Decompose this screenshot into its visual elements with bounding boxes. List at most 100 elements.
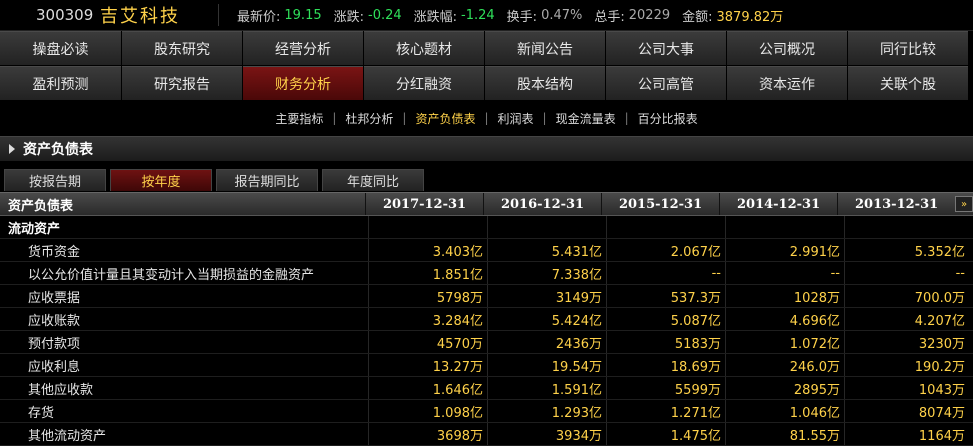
quote-bar: 300309 吉艾科技 最新价: 19.15 涨跌: -0.24 涨跌幅: -1… bbox=[0, 0, 973, 31]
nav-item[interactable]: 公司高管 bbox=[606, 66, 726, 100]
table-cell: -- bbox=[725, 262, 844, 284]
nav-row-2: 盈利预测 研究报告 财务分析 分红融资 股本结构 公司高管 资本运作 关联个股 bbox=[0, 66, 973, 101]
divider bbox=[218, 4, 219, 26]
tab-year-yoy[interactable]: 年度同比 bbox=[322, 169, 424, 191]
table-cell: 13.27万 bbox=[368, 354, 487, 376]
table-cell bbox=[487, 216, 606, 238]
more-columns-icon[interactable]: » bbox=[955, 196, 973, 212]
change: 涨跌: -0.24 bbox=[334, 6, 402, 25]
row-label: 货币资金 bbox=[28, 244, 81, 260]
table-row: 存货 1.098亿 1.293亿 1.271亿 1.046亿 8074万 bbox=[0, 400, 973, 423]
volume: 总手: 20229 bbox=[594, 6, 670, 25]
table-cell: 1.646亿 bbox=[368, 377, 487, 399]
table-row-group: 流动资产 bbox=[0, 216, 973, 239]
nav-item[interactable]: 公司大事 bbox=[606, 31, 726, 65]
table-row: 应收利息 13.27万 19.54万 18.69万 246.0万 190.2万 bbox=[0, 354, 973, 377]
table-cell: 3149万 bbox=[487, 285, 606, 307]
column-header[interactable]: 2015-12-31 bbox=[601, 193, 719, 215]
table-cell: 3934万 bbox=[487, 423, 606, 445]
table-cell: 5.352亿 bbox=[844, 239, 969, 261]
column-header[interactable]: 2017-12-31 bbox=[365, 193, 483, 215]
submenu-item[interactable]: 利润表 bbox=[489, 110, 543, 127]
change-percent: 涨跌幅: -1.24 bbox=[414, 6, 495, 25]
table-cell: 2.067亿 bbox=[606, 239, 725, 261]
nav-item[interactable]: 研究报告 bbox=[122, 66, 242, 100]
stock-name[interactable]: 吉艾科技 bbox=[100, 2, 218, 28]
nav-item[interactable]: 股东研究 bbox=[122, 31, 242, 65]
turnover-value: 0.47% bbox=[541, 7, 583, 23]
latest-price-label: 最新价: bbox=[237, 9, 281, 25]
latest-price-value: 19.15 bbox=[284, 7, 322, 23]
nav-item[interactable]: 股本结构 bbox=[485, 66, 605, 100]
table-row: 预付款项 4570万 2436万 5183万 1.072亿 3230万 bbox=[0, 331, 973, 354]
submenu-item[interactable]: 主要指标 bbox=[266, 110, 332, 127]
section-header[interactable]: 资产负债表 bbox=[0, 136, 973, 161]
turnover: 换手: 0.47% bbox=[507, 6, 583, 25]
table-cell: 2436万 bbox=[487, 331, 606, 353]
column-header[interactable]: 2014-12-31 bbox=[719, 193, 837, 215]
table-cell: 2.991亿 bbox=[725, 239, 844, 261]
tab-by-report-period[interactable]: 按报告期 bbox=[4, 169, 106, 191]
header-label: 资产负债表 bbox=[8, 198, 74, 214]
table-cell: 5599万 bbox=[606, 377, 725, 399]
nav-item[interactable]: 新闻公告 bbox=[485, 31, 605, 65]
volume-label: 总手: bbox=[594, 9, 625, 25]
nav-item[interactable]: 盈利预测 bbox=[0, 66, 121, 100]
nav-item[interactable]: 公司概况 bbox=[727, 31, 847, 65]
table-cell: 700.0万 bbox=[844, 285, 969, 307]
table-cell: 3.284亿 bbox=[368, 308, 487, 330]
table-cell: 5798万 bbox=[368, 285, 487, 307]
nav-item[interactable]: 分红融资 bbox=[364, 66, 484, 100]
nav-row-1: 操盘必读 股东研究 经营分析 核心题材 新闻公告 公司大事 公司概况 同行比较 bbox=[0, 31, 973, 66]
table-cell: 5.431亿 bbox=[487, 239, 606, 261]
table-cell: 1.271亿 bbox=[606, 400, 725, 422]
balance-sheet-table: 资产负债表 2017-12-31 2016-12-31 2015-12-31 2… bbox=[0, 192, 973, 446]
table-cell bbox=[725, 216, 844, 238]
amount-label: 金额: bbox=[682, 9, 713, 25]
amount-value: 3879.82万 bbox=[716, 9, 784, 25]
table-cell: 3698万 bbox=[368, 423, 487, 445]
change-value: -0.24 bbox=[368, 7, 402, 23]
tab-by-year[interactable]: 按年度 bbox=[110, 169, 212, 191]
table-cell: 1.072亿 bbox=[725, 331, 844, 353]
nav-item[interactable]: 资本运作 bbox=[727, 66, 847, 100]
nav-item-active[interactable]: 财务分析 bbox=[243, 66, 363, 100]
table-cell: 5183万 bbox=[606, 331, 725, 353]
table-cell: 81.55万 bbox=[725, 423, 844, 445]
table-body: 货币资金 3.403亿 5.431亿 2.067亿 2.991亿 5.352亿 以公允价值计… bbox=[0, 239, 973, 446]
latest-price: 最新价: 19.15 bbox=[237, 6, 322, 25]
change-label: 涨跌: bbox=[333, 9, 364, 25]
table-cell: 1.591亿 bbox=[487, 377, 606, 399]
nav-item[interactable]: 操盘必读 bbox=[0, 31, 121, 65]
submenu-item-active[interactable]: 资产负债表 bbox=[406, 110, 484, 127]
table-cell: 4.207亿 bbox=[844, 308, 969, 330]
column-header[interactable]: 2013-12-31 bbox=[837, 193, 955, 215]
nav-item[interactable]: 关联个股 bbox=[848, 66, 968, 100]
table-cell bbox=[844, 216, 969, 238]
submenu-item[interactable]: 杜邦分析 bbox=[336, 110, 402, 127]
column-header[interactable]: 2016-12-31 bbox=[483, 193, 601, 215]
main-nav: 操盘必读 股东研究 经营分析 核心题材 新闻公告 公司大事 公司概况 同行比较 … bbox=[0, 31, 973, 101]
row-label: 存货 bbox=[28, 405, 55, 421]
collapse-triangle-icon[interactable] bbox=[9, 144, 15, 154]
table-cell: 1028万 bbox=[725, 285, 844, 307]
table-row: 其他应收款 1.646亿 1.591亿 5599万 2895万 1043万 bbox=[0, 377, 973, 400]
row-label: 其他应收款 bbox=[28, 382, 94, 398]
table-cell: 1.098亿 bbox=[368, 400, 487, 422]
table-cell: 7.338亿 bbox=[487, 262, 606, 284]
submenu-item[interactable]: 百分比报表 bbox=[629, 110, 707, 127]
table-cell: -- bbox=[844, 262, 969, 284]
amount: 金额: 3879.82万 bbox=[682, 6, 783, 25]
nav-item[interactable]: 经营分析 bbox=[243, 31, 363, 65]
tab-report-period-yoy[interactable]: 报告期同比 bbox=[216, 169, 318, 191]
table-cell: 4570万 bbox=[368, 331, 487, 353]
submenu-item[interactable]: 现金流量表 bbox=[547, 110, 625, 127]
row-label: 其他流动资产 bbox=[28, 428, 107, 444]
row-label: 以公允价值计量且其变动计入当期损益的金融资产 bbox=[28, 267, 315, 283]
nav-item[interactable]: 同行比较 bbox=[848, 31, 968, 65]
table-cell: 3230万 bbox=[844, 331, 969, 353]
table-cell: 19.54万 bbox=[487, 354, 606, 376]
group-label: 流动资产 bbox=[8, 221, 61, 237]
nav-item[interactable]: 核心题材 bbox=[364, 31, 484, 65]
row-label: 应收账款 bbox=[28, 313, 81, 329]
